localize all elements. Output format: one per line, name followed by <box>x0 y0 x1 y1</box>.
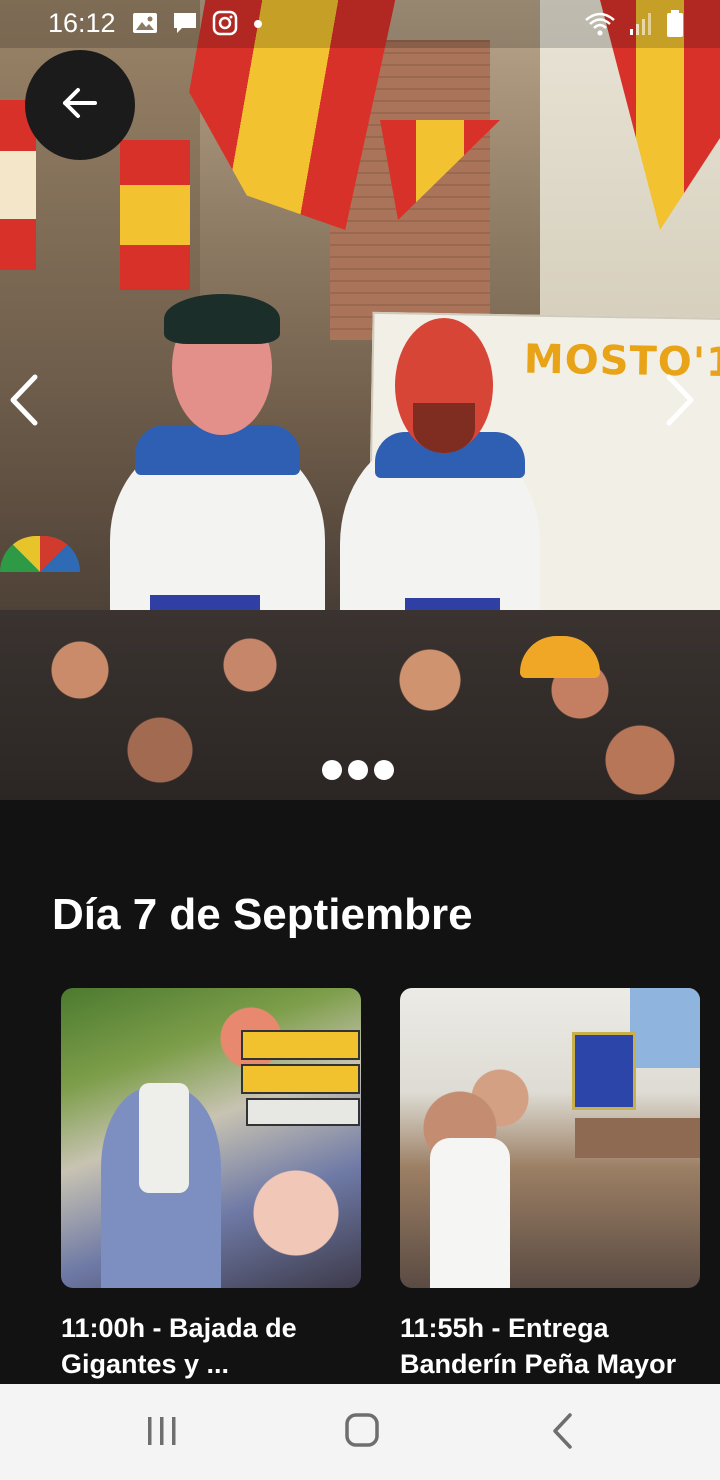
event-card-image <box>400 988 700 1288</box>
recent-apps-icon[interactable] <box>146 1415 178 1447</box>
back-icon[interactable] <box>548 1412 578 1450</box>
carousel-indicator <box>322 760 394 780</box>
carousel-dot[interactable] <box>322 760 342 780</box>
street-sign <box>241 1030 360 1060</box>
giant-head <box>395 318 493 453</box>
event-card-image <box>61 988 361 1288</box>
carousel-prev-button[interactable] <box>4 372 44 432</box>
figure-lace <box>139 1083 189 1193</box>
event-card-title: 11:00h - Bajada de Gigantes y ... <box>61 1313 297 1379</box>
back-button[interactable] <box>25 50 135 160</box>
carousel-dot[interactable] <box>374 760 394 780</box>
person-shirt <box>430 1138 510 1288</box>
roof <box>575 1118 700 1158</box>
carousel-next-button[interactable] <box>660 372 700 432</box>
arrow-left-icon <box>62 87 98 124</box>
flag-banner <box>120 140 190 290</box>
status-system-icons <box>584 10 684 43</box>
event-card-title: 11:55h - Entrega Banderín Peña Mayor <box>400 1313 677 1379</box>
chevron-left-icon <box>9 374 39 431</box>
home-icon[interactable] <box>344 1412 380 1448</box>
carousel-dot[interactable] <box>348 760 368 780</box>
instagram-icon <box>212 10 238 41</box>
status-time: 16:12 <box>48 8 116 38</box>
giant-head <box>164 294 280 435</box>
image-icon <box>132 11 158 40</box>
street-sign <box>246 1098 360 1126</box>
street-sign <box>241 1064 360 1094</box>
wifi-icon <box>584 11 616 42</box>
event-card[interactable]: 11:55h - Entrega Banderín Peña Mayor <box>400 988 700 1382</box>
status-notification-icons <box>132 10 264 41</box>
event-card[interactable]: 11:00h - Bajada de Gigantes y ... <box>61 988 361 1382</box>
status-bar: 16:12 <box>0 0 720 48</box>
dot-icon <box>252 17 264 35</box>
signal-icon <box>628 11 654 42</box>
sky <box>630 988 700 1068</box>
pennant-flag <box>572 1032 636 1110</box>
chevron-right-icon <box>665 374 695 431</box>
battery-icon <box>666 10 684 43</box>
chat-bubble-icon <box>172 10 198 41</box>
navigation-bar <box>0 1384 720 1480</box>
section-title: Día 7 de Septiembre <box>52 890 473 939</box>
